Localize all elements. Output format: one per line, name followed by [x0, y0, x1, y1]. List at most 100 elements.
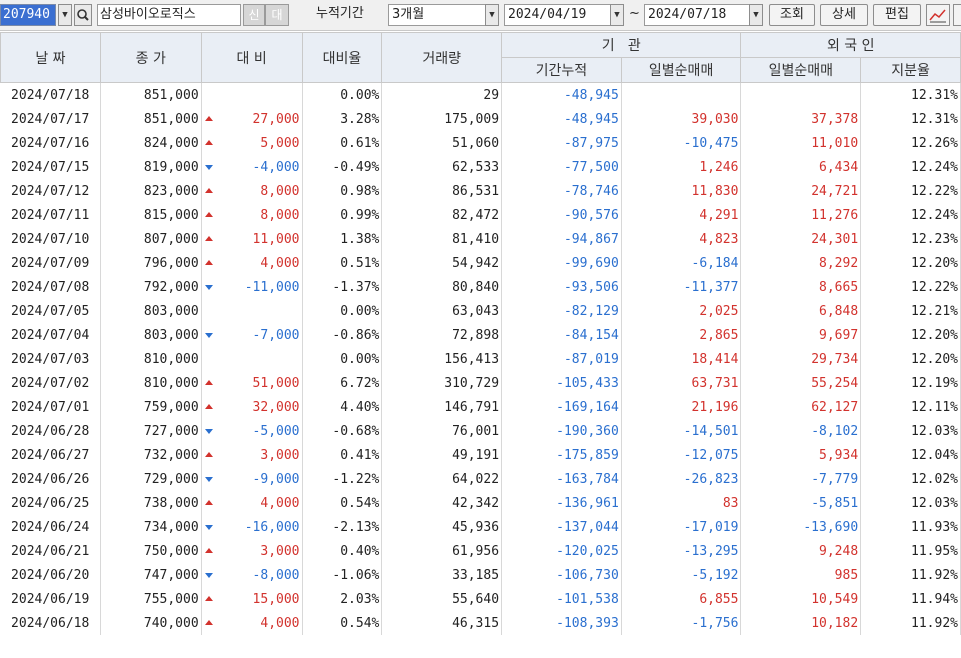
cell-date-value: 2024/07/03: [11, 351, 90, 367]
header-institution-daily-net[interactable]: 일별순매매: [620, 57, 742, 83]
header-volume[interactable]: 거래량: [381, 32, 503, 83]
start-date-field[interactable]: 2024/04/19: [504, 4, 616, 26]
table-row[interactable]: 2024/07/08 792,000 -11,000 -1.37% 80,840 -93,…: [0, 275, 961, 299]
table-row[interactable]: 2024/07/18 851,000 0.00% 29 -48,945 12.31%: [0, 82, 961, 107]
cell-foreign-daily-net: 37,378: [740, 107, 862, 131]
cell-institution-daily-net: -11,377: [621, 275, 742, 299]
cell-foreign-ratio-value: 12.31%: [911, 111, 958, 127]
end-date-dropdown-button[interactable]: ▼: [749, 4, 763, 26]
cell-change: 3,000: [201, 539, 303, 563]
cell-change-value: 4,000: [260, 255, 300, 271]
table-row[interactable]: 2024/07/15 819,000 -4,000 -0.49% 62,533 -77,5…: [0, 155, 961, 179]
table-row[interactable]: 2024/07/12 823,000 8,000 0.98% 86,531 -78,746…: [0, 179, 961, 203]
table-row[interactable]: 2024/06/19 755,000 15,000 2.03% 55,640 -101,5…: [0, 587, 961, 611]
cell-institution-cumulative-value: -78,746: [563, 183, 619, 199]
cell-foreign-daily-net: 55,254: [740, 371, 862, 395]
cell-change-value: -16,000: [244, 519, 300, 535]
detail-button[interactable]: 상세: [820, 4, 868, 26]
cell-foreign-ratio: 12.20%: [860, 251, 961, 275]
cell-foreign-daily-net-value: 10,549: [811, 591, 859, 607]
cell-institution-cumulative: -94,867: [501, 227, 622, 251]
table-row[interactable]: 2024/07/17 851,000 27,000 3.28% 175,009 -48,9…: [0, 107, 961, 131]
cell-institution-cumulative: -190,360: [501, 419, 622, 443]
table-row[interactable]: 2024/07/16 824,000 5,000 0.61% 51,060 -87,975…: [0, 131, 961, 155]
header-institution-cumulative[interactable]: 기간누적: [501, 57, 622, 83]
cell-change-rate-value: 0.54%: [340, 615, 380, 631]
header-foreign-daily-net[interactable]: 일별순매매: [740, 57, 862, 83]
cell-volume: 46,315: [381, 611, 503, 635]
table-row[interactable]: 2024/06/24 734,000 -16,000 -2.13% 45,936 -137…: [0, 515, 961, 539]
stock-code-input[interactable]: 207940: [0, 4, 56, 26]
table-row[interactable]: 2024/07/02 810,000 51,000 6.72% 310,729 -105,…: [0, 371, 961, 395]
table-row[interactable]: 2024/07/11 815,000 8,000 0.99% 82,472 -90,576…: [0, 203, 961, 227]
table-row[interactable]: 2024/06/25 738,000 4,000 0.54% 42,342 -136,96…: [0, 491, 961, 515]
up-arrow-icon: [204, 596, 213, 601]
cell-institution-daily-net: 6,855: [621, 587, 742, 611]
table-row[interactable]: 2024/07/04 803,000 -7,000 -0.86% 72,898 -84,1…: [0, 323, 961, 347]
code-search-button[interactable]: [74, 4, 92, 26]
cell-foreign-daily-net-value: 6,434: [819, 159, 859, 175]
cell-change-rate-value: -1.37%: [332, 279, 380, 295]
table-row[interactable]: 2024/06/20 747,000 -8,000 -1.06% 33,185 -106,…: [0, 563, 961, 587]
cell-foreign-daily-net-value: -5,851: [811, 495, 859, 511]
cell-change: [201, 299, 303, 323]
cell-close-value: 729,000: [143, 471, 199, 487]
end-date-field[interactable]: 2024/07/18: [644, 4, 756, 26]
cell-date: 2024/07/18: [0, 82, 101, 107]
cell-foreign-daily-net: 6,848: [740, 299, 862, 323]
header-foreign-ratio[interactable]: 지분율: [860, 57, 961, 83]
cell-foreign-daily-net: 10,549: [740, 587, 862, 611]
table-body: 2024/07/18 851,000 0.00% 29 -48,945 12.31% 202…: [0, 82, 961, 635]
chart-button[interactable]: [926, 4, 950, 26]
table-row[interactable]: 2024/07/05 803,000 0.00% 63,043 -82,129 2,025…: [0, 299, 961, 323]
table-row[interactable]: 2024/07/09 796,000 4,000 0.51% 54,942 -99,690…: [0, 251, 961, 275]
cell-close-value: 803,000: [143, 303, 199, 319]
cell-institution-cumulative-value: -77,500: [563, 159, 619, 175]
cell-institution-cumulative: -108,393: [501, 611, 622, 635]
table-row[interactable]: 2024/06/18 740,000 4,000 0.54% 46,315 -108,39…: [0, 611, 961, 635]
table-row[interactable]: 2024/06/26 729,000 -9,000 -1.22% 64,022 -163,…: [0, 467, 961, 491]
cell-foreign-ratio-value: 12.23%: [911, 231, 958, 247]
cell-volume-value: 156,413: [444, 351, 500, 367]
cell-institution-cumulative-value: -87,019: [563, 351, 619, 367]
search-button[interactable]: 조회: [769, 4, 815, 26]
extra-panel-button[interactable]: [953, 4, 961, 26]
table-row[interactable]: 2024/07/01 759,000 32,000 4.40% 146,791 -169,…: [0, 395, 961, 419]
header-change[interactable]: 대 비: [200, 32, 303, 83]
cell-volume-value: 146,791: [444, 399, 500, 415]
period-select[interactable]: 3개월: [388, 4, 486, 26]
up-arrow-icon: [204, 548, 213, 553]
table-row[interactable]: 2024/06/27 732,000 3,000 0.41% 49,191 -175,85…: [0, 443, 961, 467]
code-dropdown-button[interactable]: ▼: [58, 4, 72, 26]
cell-institution-daily-net-value: -17,019: [683, 519, 739, 535]
cell-volume: 175,009: [381, 107, 503, 131]
cell-volume-value: 61,956: [452, 543, 500, 559]
cell-change-rate-value: 0.00%: [340, 303, 380, 319]
header-close[interactable]: 종 가: [99, 32, 202, 83]
table-row[interactable]: 2024/07/03 810,000 0.00% 156,413 -87,019 18,4…: [0, 347, 961, 371]
edit-button[interactable]: 편집: [873, 4, 921, 26]
cell-institution-cumulative-value: -120,025: [556, 543, 619, 559]
table-row[interactable]: 2024/06/21 750,000 3,000 0.40% 61,956 -120,02…: [0, 539, 961, 563]
cell-volume: 81,410: [381, 227, 503, 251]
header-date[interactable]: 날 짜: [0, 32, 101, 83]
table-row[interactable]: 2024/07/10 807,000 11,000 1.38% 81,410 -94,86…: [0, 227, 961, 251]
table-row[interactable]: 2024/06/28 727,000 -5,000 -0.68% 76,001 -190,…: [0, 419, 961, 443]
cell-foreign-daily-net: -8,102: [740, 419, 862, 443]
cell-foreign-daily-net-value: 24,301: [811, 231, 859, 247]
cell-close: 815,000: [100, 203, 202, 227]
cell-date: 2024/07/04: [0, 323, 101, 347]
cell-date: 2024/07/12: [0, 179, 101, 203]
cell-institution-daily-net: 18,414: [621, 347, 742, 371]
cell-institution-cumulative-value: -136,961: [556, 495, 619, 511]
cell-close-value: 803,000: [143, 327, 199, 343]
cell-institution-cumulative: -136,961: [501, 491, 622, 515]
cell-institution-cumulative-value: -94,867: [563, 231, 619, 247]
header-change-rate[interactable]: 대비율: [301, 32, 383, 83]
cell-institution-daily-net: 1,246: [621, 155, 742, 179]
period-dropdown-button[interactable]: ▼: [485, 4, 499, 26]
cell-date-value: 2024/06/19: [11, 591, 90, 607]
start-date-dropdown-button[interactable]: ▼: [610, 4, 624, 26]
down-arrow-icon: [204, 285, 213, 290]
cell-close: 738,000: [100, 491, 202, 515]
